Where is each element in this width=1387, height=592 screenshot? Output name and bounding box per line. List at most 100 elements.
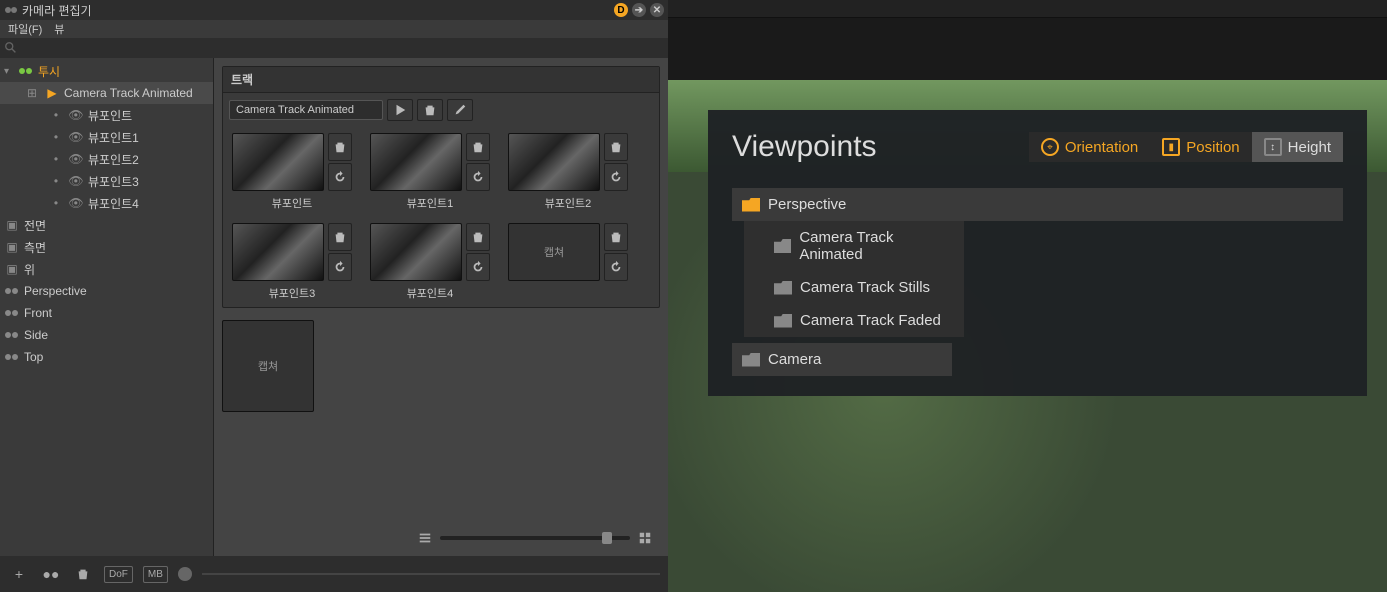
thumbnail-image[interactable] bbox=[232, 133, 324, 191]
thumb-delete-button[interactable] bbox=[604, 223, 628, 251]
timeline-track[interactable] bbox=[202, 573, 660, 575]
thumb-viewpoint-3[interactable]: 뷰포인트3 bbox=[229, 223, 355, 301]
track-toolbar: Camera Track Animated bbox=[223, 93, 659, 127]
duplicate-button[interactable]: ●● bbox=[40, 563, 62, 585]
grid-view-icon[interactable] bbox=[638, 531, 652, 545]
folder-open-icon bbox=[742, 198, 760, 212]
thumb-viewpoint-2[interactable]: 뷰포인트2 bbox=[505, 133, 631, 211]
track-header: 트랙 bbox=[223, 67, 659, 93]
folder-track-faded[interactable]: Camera Track Faded bbox=[744, 304, 964, 337]
thumb-label: 뷰포인트4 bbox=[407, 285, 454, 301]
menu-file[interactable]: 파일(F) bbox=[8, 21, 42, 37]
tree-label: Side bbox=[24, 328, 48, 342]
tree-viewpoint-1[interactable]: • 👁 뷰포인트1 bbox=[0, 126, 213, 148]
tree-viewpoint-0[interactable]: • 👁 뷰포인트 bbox=[0, 104, 213, 126]
position-button[interactable]: ▮ Position bbox=[1150, 132, 1251, 162]
thumb-viewpoint-0[interactable]: 뷰포인트 bbox=[229, 133, 355, 211]
thumb-refresh-button[interactable] bbox=[604, 163, 628, 191]
close-icon[interactable]: ✕ bbox=[650, 3, 664, 17]
timeline-knob[interactable] bbox=[178, 567, 192, 581]
thumb-delete-button[interactable] bbox=[328, 223, 352, 251]
camera-icon bbox=[4, 306, 20, 320]
thumb-refresh-button[interactable] bbox=[466, 253, 490, 281]
tree-label: 위 bbox=[24, 261, 35, 278]
tree-label: Front bbox=[24, 306, 52, 320]
eye-icon: 👁 bbox=[68, 108, 84, 122]
viewpoints-overlay: Viewpoints ⌖ Orientation ▮ Position ↕ He… bbox=[708, 110, 1367, 396]
thumb-viewpoint-1[interactable]: 뷰포인트1 bbox=[367, 133, 493, 211]
thumbnail-image[interactable] bbox=[232, 223, 324, 281]
thumb-delete-button[interactable] bbox=[604, 133, 628, 161]
tree-front[interactable]: Front bbox=[0, 302, 213, 324]
thumb-refresh-button[interactable] bbox=[466, 163, 490, 191]
delete-button[interactable] bbox=[417, 99, 443, 121]
thumbnail-image[interactable] bbox=[370, 133, 462, 191]
capture-large[interactable]: 캡쳐 bbox=[222, 320, 314, 412]
capture-placeholder[interactable]: 캡쳐 bbox=[508, 223, 600, 281]
play-button[interactable] bbox=[387, 99, 413, 121]
thumb-refresh-button[interactable] bbox=[604, 253, 628, 281]
search-icon bbox=[4, 41, 18, 55]
orientation-button[interactable]: ⌖ Orientation bbox=[1029, 132, 1150, 162]
tree-viewpoint-2[interactable]: • 👁 뷰포인트2 bbox=[0, 148, 213, 170]
timeline-ruler[interactable] bbox=[668, 0, 1387, 18]
tree-top[interactable]: Top bbox=[0, 346, 213, 368]
thumb-capture[interactable]: 캡쳐 bbox=[505, 223, 631, 301]
tree-top-k[interactable]: ▣ 위 bbox=[0, 258, 213, 280]
folder-label: Camera Track Stills bbox=[800, 279, 930, 296]
tree-root-perspective[interactable]: ▾ 투시 bbox=[0, 60, 213, 82]
folder-perspective[interactable]: Perspective bbox=[732, 188, 1343, 221]
folder-camera[interactable]: Camera bbox=[732, 343, 952, 376]
mb-toggle[interactable]: MB bbox=[143, 566, 168, 583]
folder-track-stills[interactable]: Camera Track Stills bbox=[744, 271, 964, 304]
tree-viewpoint-3[interactable]: • 👁 뷰포인트3 bbox=[0, 170, 213, 192]
search-bar[interactable] bbox=[0, 38, 668, 58]
tree-perspective[interactable]: Perspective bbox=[0, 280, 213, 302]
tree-side-k[interactable]: ▣ 측면 bbox=[0, 236, 213, 258]
camera-icon bbox=[4, 350, 20, 364]
settings-button[interactable] bbox=[447, 99, 473, 121]
tree-track-animated[interactable]: ⊞ ▶ Camera Track Animated bbox=[0, 82, 213, 104]
thumb-delete-button[interactable] bbox=[466, 223, 490, 251]
expander-icon[interactable]: ▾ bbox=[4, 66, 14, 77]
list-view-icon[interactable] bbox=[418, 531, 432, 545]
zoom-slider[interactable] bbox=[440, 536, 630, 540]
tree-side[interactable]: Side bbox=[0, 324, 213, 346]
film-icon: ▮ bbox=[1162, 138, 1180, 156]
height-button[interactable]: ↕ Height bbox=[1252, 132, 1343, 162]
thumb-delete-button[interactable] bbox=[328, 133, 352, 161]
thumbnail-image[interactable] bbox=[370, 223, 462, 281]
thumb-viewpoint-4[interactable]: 뷰포인트4 bbox=[367, 223, 493, 301]
cube-icon: ▣ bbox=[4, 218, 20, 232]
folder-label: Perspective bbox=[768, 196, 846, 213]
track-name-field[interactable]: Camera Track Animated bbox=[229, 100, 383, 120]
thumb-label bbox=[566, 285, 569, 297]
folder-icon bbox=[774, 314, 792, 328]
track-icon: ⊞ bbox=[24, 86, 40, 100]
delete-button[interactable] bbox=[72, 563, 94, 585]
button-label: Orientation bbox=[1065, 139, 1138, 156]
tree-label: 뷰포인트 bbox=[88, 107, 132, 124]
menu-view[interactable]: 뷰 bbox=[54, 21, 64, 37]
tree-label: 뷰포인트4 bbox=[88, 195, 139, 212]
tree-label: 측면 bbox=[24, 239, 46, 256]
cube-icon: ▣ bbox=[4, 240, 20, 254]
folder-label: Camera bbox=[768, 351, 821, 368]
thumb-refresh-button[interactable] bbox=[328, 253, 352, 281]
tree-label: 뷰포인트3 bbox=[88, 173, 139, 190]
thumb-refresh-button[interactable] bbox=[328, 163, 352, 191]
forward-icon[interactable]: ➔ bbox=[632, 3, 646, 17]
folder-track-animated[interactable]: Camera Track Animated bbox=[744, 221, 964, 271]
dof-toggle[interactable]: DoF bbox=[104, 566, 133, 583]
camera-tree: ▾ 투시 ⊞ ▶ Camera Track Animated • 👁 뷰포인트 … bbox=[0, 58, 213, 370]
camera-group-icon bbox=[18, 64, 34, 78]
add-button[interactable]: + bbox=[8, 563, 30, 585]
tree-front-k[interactable]: ▣ 전면 bbox=[0, 214, 213, 236]
tree-label: 투시 bbox=[38, 63, 60, 80]
thumb-delete-button[interactable] bbox=[466, 133, 490, 161]
thumbnail-image[interactable] bbox=[508, 133, 600, 191]
tree-viewpoint-4[interactable]: • 👁 뷰포인트4 bbox=[0, 192, 213, 214]
tree-label: Perspective bbox=[24, 284, 87, 298]
badge-d-icon[interactable]: D bbox=[614, 3, 628, 17]
tree-label: 전면 bbox=[24, 217, 46, 234]
